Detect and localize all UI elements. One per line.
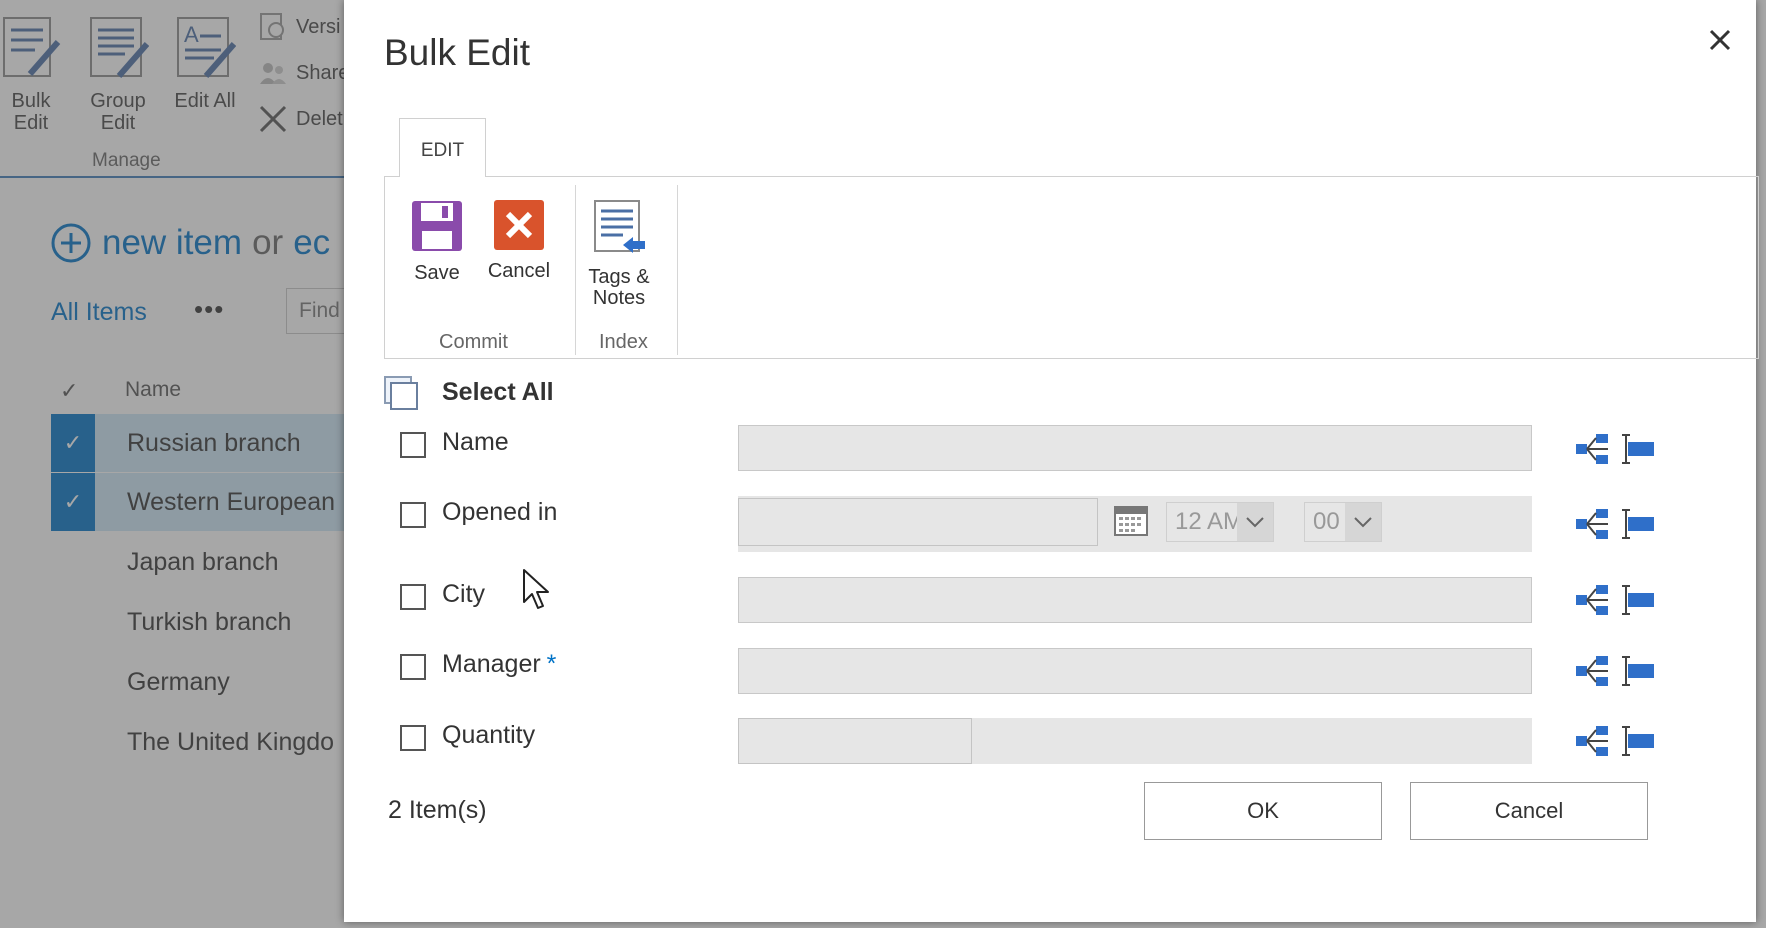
dialog-ribbon: Save Cancel Tags & Notes Commit Index [384,176,1759,359]
field-actions-quantity [1574,724,1656,758]
share-tree-icon[interactable] [1574,583,1610,617]
text-field-icon[interactable] [1620,432,1656,466]
share-tree-icon[interactable] [1574,654,1610,688]
share-tree-icon[interactable] [1574,507,1610,541]
field-actions-manager [1574,654,1656,688]
item-count: 2 Item(s) [388,796,487,824]
minute-select[interactable]: 00 [1304,502,1382,542]
ok-button[interactable]: OK [1144,782,1382,840]
minute-value: 00 [1313,508,1340,535]
save-label: Save [414,262,460,284]
bulk-edit-dialog: Bulk Edit EDIT Save Cancel Tags & Notes … [344,0,1759,922]
text-field-icon[interactable] [1620,507,1656,541]
quantity-checkbox[interactable] [400,725,426,751]
required-asterisk: * [546,650,557,678]
tags-notes-button[interactable]: Tags & Notes [577,199,661,309]
cancel-ribbon-label: Cancel [487,260,551,282]
ribbon-separator [575,185,576,355]
city-input[interactable] [738,577,1532,623]
name-checkbox[interactable] [400,432,426,458]
chevron-down-icon [1345,503,1381,541]
manager-input[interactable] [738,648,1532,694]
opened-in-checkbox[interactable] [400,502,426,528]
name-input[interactable] [738,425,1532,471]
opened-in-field-label: Opened in [442,498,558,526]
manager-checkbox[interactable] [400,654,426,680]
close-dialog-button[interactable] [1702,22,1738,58]
city-field-label: City [442,580,486,608]
select-all-label[interactable]: Select All [442,378,554,407]
tags-notes-icon [594,200,645,253]
share-tree-icon[interactable] [1574,724,1610,758]
index-group-label: Index [599,331,648,353]
name-field-label: Name [442,428,509,456]
quantity-field-label: Quantity [442,721,536,749]
close-icon [1709,29,1731,51]
cancel-button[interactable]: Cancel [1410,782,1648,840]
save-button[interactable]: Save [403,199,471,284]
cancel-ribbon-button[interactable]: Cancel [481,199,557,282]
calendar-icon[interactable] [1114,506,1148,536]
cancel-x-icon [494,200,544,250]
quantity-panel [738,718,1532,764]
hour-value: 12 AM [1175,508,1244,535]
tags-notes-label: Tags & Notes [588,266,650,309]
text-field-icon[interactable] [1620,654,1656,688]
manager-field-label: Manager * [442,650,556,679]
share-tree-icon[interactable] [1574,432,1610,466]
text-field-icon[interactable] [1620,583,1656,617]
city-checkbox[interactable] [400,584,426,610]
opened-in-panel: 12 AM 00 [738,496,1532,552]
chevron-down-icon [1237,503,1273,541]
field-actions-name [1574,432,1656,466]
quantity-input[interactable] [738,718,972,764]
date-input[interactable] [738,498,1098,546]
mouse-cursor-icon [523,569,549,609]
select-all-icon[interactable] [384,376,420,410]
ribbon-separator [677,185,678,355]
manager-label-text: Manager [442,650,541,678]
field-actions-opened-in [1574,507,1656,541]
commit-group-label: Commit [439,331,508,353]
dialog-title: Bulk Edit [384,32,531,73]
field-actions-city [1574,583,1656,617]
save-floppy-icon [412,201,462,251]
text-field-icon[interactable] [1620,724,1656,758]
hour-select[interactable]: 12 AM [1166,502,1274,542]
tab-edit[interactable]: EDIT [399,118,486,177]
